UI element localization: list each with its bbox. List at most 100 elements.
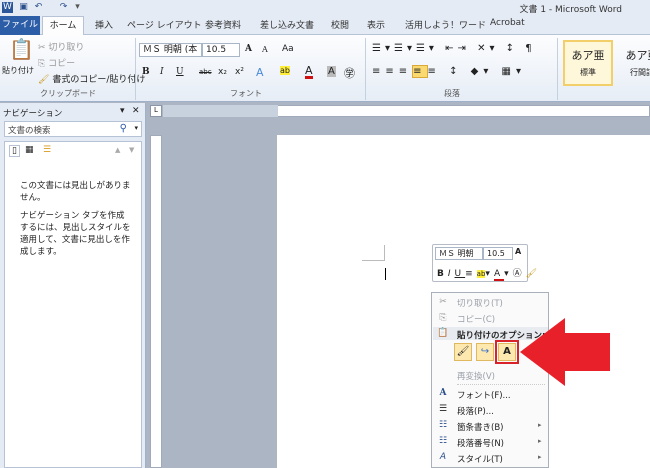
search-input[interactable]: 文書の検索 ⚲ ▾ [4, 121, 142, 137]
style-name: 行間詰 [630, 68, 650, 77]
superscript-button[interactable]: x² [235, 67, 244, 77]
numbering-icon: ☷ [438, 436, 448, 446]
save-icon[interactable]: ▣ [18, 2, 29, 13]
mini-grow-font-button[interactable]: A [515, 247, 521, 256]
close-icon[interactable]: ✕ [132, 106, 140, 116]
menu-numbering[interactable]: 段落番号(N) [457, 437, 504, 449]
menu-cut[interactable]: 切り取り(T) [457, 297, 503, 309]
menu-font[interactable]: フォント(F)... [457, 389, 511, 401]
change-case-button[interactable]: Aa [282, 44, 294, 54]
headings-tab-icon[interactable]: ▯ [9, 145, 20, 157]
paste-merge-format-button[interactable]: ↪ [476, 343, 494, 361]
menu-bullets[interactable]: 箇条書き(B) [457, 421, 503, 433]
tab-view[interactable]: 表示 [367, 18, 385, 31]
redo-icon[interactable]: ↷ [58, 2, 69, 13]
pages-tab-icon[interactable]: ▦ [25, 145, 34, 155]
nav-body: ▯ ▦ ☰ ▲ ▼ この文書には見出しがありません。 ナビゲーション タブを作成… [4, 141, 142, 468]
next-icon[interactable]: ▼ [129, 146, 134, 154]
font-name-select[interactable]: ＭＳ 明朝 (本 [139, 43, 202, 57]
submenu-arrow-icon: ▸ [538, 421, 542, 429]
tab-katsuyo[interactable]: 活用しよう！ワード [405, 18, 486, 31]
underline-button[interactable]: U [176, 67, 184, 77]
strikethrough-button[interactable]: abc [199, 68, 212, 76]
text-cursor [385, 268, 386, 280]
separator [365, 38, 366, 100]
style-normal[interactable]: あア亜 標準 [563, 40, 613, 86]
brush-icon: 🖌 [38, 75, 50, 85]
text-effects-icon[interactable]: A [256, 66, 264, 79]
style-no-spacing[interactable]: あア亜 行間詰 [617, 42, 650, 84]
mini-size-select[interactable]: 10.5 [483, 247, 513, 260]
separator [135, 38, 136, 100]
tab-page-layout[interactable]: ページ レイアウト [127, 18, 202, 31]
grow-font-button[interactable]: A [245, 44, 252, 54]
mini-font-select[interactable]: ＭＳ 明朝 [435, 247, 483, 260]
menu-paragraph[interactable]: 段落(P)... [457, 405, 494, 417]
ribbon: 📋 貼り付け ✂ 切り取り ⎘ コピー 🖌 書式のコピー/貼り付け クリップボー… [0, 35, 650, 102]
format-painter-label: 書式のコピー/貼り付け [52, 75, 146, 85]
paragraph-icon: ☰ [438, 404, 448, 414]
word-icon: W [2, 2, 13, 13]
copy-label: コピー [48, 59, 76, 69]
cut-icon: ✂ [439, 297, 447, 307]
tab-mailings[interactable]: 差し込み文書 [260, 18, 314, 31]
menu-reconvert[interactable]: 再変換(V) [457, 370, 495, 382]
chevron-down-icon[interactable]: ▾ [134, 124, 138, 132]
mini-format-buttons[interactable]: BIU≡ab▾A▾Ⓐ🖌 [437, 266, 541, 281]
copy-icon: ⎘ [439, 313, 447, 323]
subscript-button[interactable]: x₂ [218, 67, 227, 77]
ruler-margin [163, 105, 278, 117]
enclose-char-icon[interactable]: ㊫ [344, 65, 355, 81]
justify-button[interactable]: ≡ [412, 65, 428, 78]
customize-icon[interactable]: ▾ [72, 2, 83, 13]
menu-copy[interactable]: コピー(C) [457, 313, 495, 325]
nav-title: ナビゲーション [3, 109, 63, 119]
menu-styles[interactable]: スタイル(T) [457, 453, 503, 465]
bold-button[interactable]: B [142, 67, 150, 77]
font-size-select[interactable]: 10.5 [202, 43, 240, 57]
font-color-icon[interactable]: A [305, 65, 313, 79]
red-arrow-annotation [520, 318, 610, 386]
search-icon[interactable]: ⚲ [120, 123, 127, 134]
results-tab-icon[interactable]: ☰ [43, 145, 51, 155]
format-painter-button[interactable]: 🖌 書式のコピー/貼り付け [38, 72, 145, 85]
bullets-icon: ☷ [438, 420, 448, 430]
paste-icon: 📋 [437, 328, 449, 338]
italic-button[interactable]: I [160, 67, 164, 77]
tab-review[interactable]: 校閲 [331, 18, 349, 31]
title-bar: W ▣ ↶ ↷ ▾ 文書 1 - Microsoft Word [0, 0, 650, 15]
char-shading-icon[interactable]: A [327, 66, 336, 77]
arrow-shape [520, 318, 610, 386]
nav-help-message: ナビゲーション タブを作成するには、見出しスタイルを適用して、文書に見出しを作成… [20, 211, 131, 257]
cut-label: 切り取り [48, 43, 85, 53]
paste-icon[interactable]: 📋 [9, 37, 34, 61]
tab-insert[interactable]: 挿入 [95, 18, 113, 31]
list-buttons[interactable]: ☰▾☰▾☰▾ ⇤⇥ ✕▾ ↕ ¶ [372, 43, 536, 54]
navigation-pane: ナビゲーション ▾ ✕ 文書の検索 ⚲ ▾ ▯ ▦ ☰ ▲ ▼ この文書には見出… [0, 103, 146, 468]
cut-button[interactable]: ✂ 切り取り [38, 40, 84, 53]
clipboard-group-label: クリップボード [40, 89, 96, 98]
styles-icon: A [439, 452, 447, 462]
previous-icon[interactable]: ▲ [115, 146, 120, 154]
vertical-ruler[interactable] [150, 135, 162, 468]
paste-button[interactable]: 貼り付け [2, 65, 34, 76]
highlight-icon[interactable]: ab [280, 66, 290, 75]
align-buttons[interactable]: ≡≡≡≡≡ ↕ ◆▾ ▦▾ [372, 65, 526, 78]
tab-home[interactable]: ホーム [42, 16, 84, 36]
style-preview: あア亜 [625, 49, 650, 62]
tab-references[interactable]: 参考資料 [205, 18, 241, 31]
separator [557, 38, 558, 100]
copy-button[interactable]: ⎘ コピー [38, 56, 75, 69]
nav-menu-icon[interactable]: ▾ [120, 106, 125, 116]
paste-text-only-button[interactable]: A [495, 340, 519, 364]
submenu-arrow-icon: ▸ [538, 437, 542, 445]
paste-keep-format-button[interactable]: 🖌 [454, 343, 472, 361]
ribbon-tabs: 挿入 ページ レイアウト 参考資料 差し込み文書 校閲 表示 活用しよう！ワード… [0, 15, 650, 35]
font-icon: A [439, 388, 447, 398]
no-headings-message: この文書には見出しがありません。 [20, 181, 131, 203]
tab-acrobat[interactable]: Acrobat [490, 18, 525, 28]
tab-selector[interactable]: L [150, 105, 162, 117]
shrink-font-button[interactable]: A [262, 45, 268, 54]
undo-icon[interactable]: ↶ [33, 2, 44, 13]
tab-file[interactable]: ファイル [0, 16, 40, 35]
